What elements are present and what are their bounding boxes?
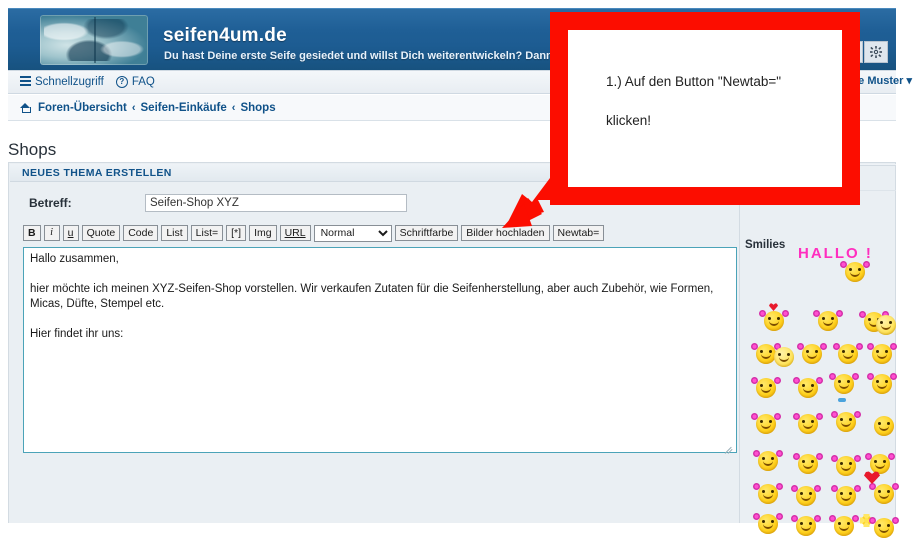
smiley[interactable] <box>845 262 865 282</box>
font-color-button[interactable]: Schriftfarbe <box>395 225 459 241</box>
quote-button[interactable]: Quote <box>82 225 121 241</box>
panel-header-label: NEUES THEMA ERSTELLEN <box>22 167 172 179</box>
underline-button[interactable]: u <box>63 225 79 241</box>
smilies-banner-text[interactable]: HALLO ! <box>798 245 873 262</box>
smiley[interactable] <box>834 516 854 536</box>
smiley[interactable] <box>818 311 838 331</box>
breadcrumb-item-1[interactable]: Seifen-Einkäufe <box>141 102 227 114</box>
smilies-title: Smilies <box>745 239 785 251</box>
smiley[interactable] <box>756 414 776 434</box>
smiley[interactable] <box>756 378 776 398</box>
smiley[interactable] <box>758 451 778 471</box>
subject-input[interactable] <box>145 194 407 212</box>
smiley[interactable] <box>798 378 818 398</box>
smiley[interactable] <box>758 514 778 534</box>
smiley[interactable] <box>874 484 894 504</box>
nav-item-faq[interactable]: ? FAQ <box>116 76 155 88</box>
faq-label: FAQ <box>132 76 155 88</box>
question-mark-circle-icon: ? <box>116 76 128 88</box>
breadcrumb-separator: ‹ <box>232 102 236 114</box>
smiley[interactable] <box>758 484 778 504</box>
smiley[interactable] <box>774 347 794 367</box>
smiley[interactable] <box>796 486 816 506</box>
soap-bars-logo[interactable] <box>40 15 148 65</box>
browser-page: seifen4um.de Du hast Deine erste Seife g… <box>0 0 920 531</box>
breadcrumb-separator: ‹ <box>132 102 136 114</box>
image-button[interactable]: Img <box>249 225 277 241</box>
home-icon <box>20 103 31 112</box>
smiley[interactable] <box>872 374 892 394</box>
breadcrumb-item-2[interactable]: Shops <box>240 102 275 114</box>
smiley[interactable] <box>874 416 894 436</box>
list-ordered-button[interactable]: List= <box>191 225 223 241</box>
smiley[interactable] <box>756 344 776 364</box>
page-title: Shops <box>8 140 56 160</box>
smiley[interactable] <box>834 374 854 394</box>
font-size-select[interactable]: Normal <box>314 225 392 242</box>
smiley[interactable] <box>876 315 896 335</box>
list-button[interactable]: List <box>161 225 187 241</box>
message-textarea[interactable]: Hallo zusammen, hier möchte ich meinen X… <box>23 247 737 453</box>
smiley[interactable] <box>836 412 856 432</box>
user-menu[interactable]: e Muster ▾ <box>858 74 912 87</box>
smiley[interactable] <box>798 454 818 474</box>
smiley[interactable] <box>836 486 856 506</box>
tongue-icon <box>838 398 846 402</box>
callout-line-1: 1.) Auf den Button "Newtab=" <box>606 74 842 89</box>
smiley[interactable] <box>872 344 892 364</box>
smiley[interactable] <box>764 311 784 331</box>
quick-access-label: Schnellzugriff <box>35 76 104 88</box>
smiley[interactable] <box>870 454 890 474</box>
callout-line-2: klicken! <box>606 113 842 128</box>
list-item-button[interactable]: [*] <box>226 225 246 241</box>
sidebar-item-quick-access[interactable]: Schnellzugriff <box>20 76 104 88</box>
hamburger-menu-icon <box>20 76 31 88</box>
smilies-panel: Smilies HALLO ! <box>739 165 896 523</box>
smiley[interactable] <box>838 344 858 364</box>
code-button[interactable]: Code <box>123 225 158 241</box>
subject-label: Betreff: <box>9 196 145 210</box>
smiley[interactable] <box>836 456 856 476</box>
smiley[interactable] <box>874 518 894 538</box>
heart-icon[interactable] <box>864 471 880 484</box>
smiley[interactable] <box>796 516 816 536</box>
italic-button[interactable]: i <box>44 225 60 241</box>
smiley[interactable] <box>798 414 818 434</box>
gear-icon[interactable] <box>864 41 888 63</box>
breadcrumb-item-0[interactable]: Foren-Übersicht <box>38 102 127 114</box>
instruction-callout: 1.) Auf den Button "Newtab=" klicken! <box>550 12 860 205</box>
site-title[interactable]: seifen4um.de <box>163 25 287 47</box>
callout-body: 1.) Auf den Button "Newtab=" klicken! <box>568 30 842 187</box>
bold-button[interactable]: B <box>23 225 41 241</box>
smiley[interactable] <box>802 344 822 364</box>
url-button[interactable]: URL <box>280 225 311 241</box>
bbcode-toolbar: B i u Quote Code List List= [*] Img URL … <box>23 224 743 242</box>
